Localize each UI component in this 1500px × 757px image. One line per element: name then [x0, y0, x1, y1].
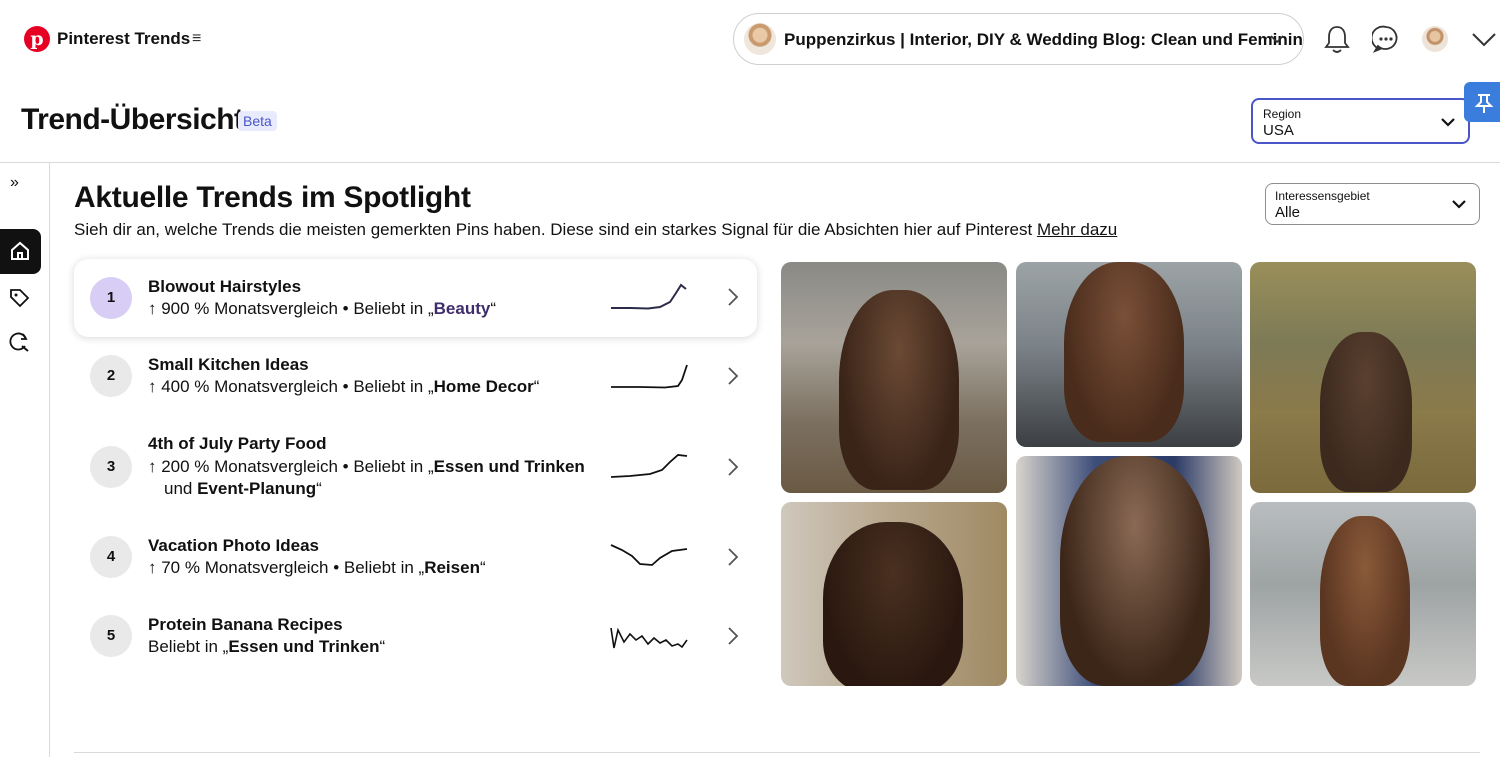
divider	[0, 162, 1500, 163]
bell-icon[interactable]	[1323, 24, 1351, 54]
chevron-down-icon	[1452, 200, 1466, 209]
account-switcher[interactable]: Puppenzirkus | Interior, DIY & Wedding B…	[733, 13, 1304, 65]
account-avatar	[744, 23, 776, 55]
pin-tool-tab[interactable]	[1464, 82, 1500, 122]
trend-meta: ↑ 400 % Monatsvergleich • Beliebt in „Ho…	[148, 377, 540, 396]
trend-meta: ↑ 70 % Monatsvergleich • Beliebt in „Rei…	[148, 558, 486, 577]
learn-more-link[interactable]: Mehr dazu	[1037, 220, 1117, 239]
rank-badge: 1	[90, 277, 132, 319]
trend-title: Vacation Photo Ideas	[148, 536, 319, 555]
trend-pin-image[interactable]	[781, 262, 1007, 493]
trend-sparkline	[611, 283, 687, 310]
trend-sparkline	[610, 544, 688, 566]
trend-pin-image[interactable]	[1250, 502, 1476, 686]
hair-shape	[1320, 516, 1410, 686]
chevron-down-icon	[1441, 118, 1455, 127]
subtitle-text: Sieh dir an, welche Trends die meisten g…	[74, 220, 1033, 239]
menu-icon[interactable]: ≡	[192, 30, 201, 48]
trend-title: 4th of July Party Food	[148, 434, 327, 453]
top-bar: p Pinterest Trends ≡ Puppenzirkus | Inte…	[0, 0, 1500, 78]
chevron-down-icon[interactable]	[1471, 30, 1497, 48]
interest-label: Interessensgebiet	[1275, 189, 1370, 203]
section-title: Aktuelle Trends im Spotlight	[74, 181, 471, 214]
hair-shape	[1064, 262, 1184, 442]
chevron-right-icon	[728, 548, 739, 566]
trend-meta: ↑ 900 % Monatsvergleich • Beliebt in „Be…	[148, 299, 497, 318]
trend-sparkline	[610, 627, 688, 649]
trend-pin-image[interactable]	[781, 502, 1007, 686]
user-avatar[interactable]	[1422, 26, 1448, 52]
region-value: USA	[1263, 122, 1294, 139]
trend-pin-image[interactable]	[1016, 262, 1242, 447]
chevron-right-icon	[728, 458, 739, 476]
trend-sparkline	[610, 454, 688, 478]
rank-badge: 2	[90, 355, 132, 397]
interest-value: Alle	[1275, 204, 1301, 221]
expand-rail-icon[interactable]: »	[10, 174, 19, 192]
trend-title: Blowout Hairstyles	[148, 277, 302, 296]
trend-meta: ↑ 200 % Monatsvergleich • Beliebt in „Es…	[148, 457, 585, 498]
pinterest-logo-icon[interactable]: p	[24, 26, 50, 52]
beta-badge: Beta	[238, 111, 277, 131]
trend-row[interactable]: 3 4th of July Party Food ↑ 200 % Monatsv…	[74, 422, 757, 512]
app-title: Pinterest Trends	[57, 29, 191, 48]
rank-badge: 4	[90, 536, 132, 578]
divider	[74, 752, 1480, 753]
trend-row[interactable]: 5 Protein Banana Recipes Beliebt in „Ess…	[74, 603, 757, 669]
rank-badge: 5	[90, 615, 132, 657]
trend-meta: Beliebt in „Essen und Trinken“	[148, 637, 386, 656]
rank-badge: 3	[90, 446, 132, 488]
trend-sparkline	[611, 364, 688, 389]
chat-icon[interactable]	[1372, 24, 1400, 54]
section-subtitle: Sieh dir an, welche Trends die meisten g…	[74, 220, 1117, 240]
trend-row[interactable]: 2 Small Kitchen Ideas ↑ 400 % Monatsverg…	[74, 340, 757, 412]
trend-pin-image[interactable]	[1016, 456, 1242, 686]
region-label: Region	[1263, 107, 1302, 121]
pin-icon	[1474, 94, 1494, 113]
refresh-search-icon[interactable]	[8, 331, 30, 353]
page-title: Trend-Übersicht	[21, 103, 244, 136]
chevron-right-icon	[728, 627, 739, 645]
account-name: Puppenzirkus | Interior, DIY & Wedding B…	[784, 30, 1303, 49]
divider	[49, 163, 50, 757]
trend-row[interactable]: 1 Blowout Hairstyles ↑ 900 % Monatsvergl…	[74, 259, 757, 337]
chevron-right-icon	[728, 288, 739, 306]
chevron-down-icon	[1270, 35, 1284, 44]
region-select[interactable]: Region USA	[1251, 98, 1470, 144]
home-icon	[11, 241, 29, 260]
hair-shape	[823, 522, 963, 686]
hair-shape	[839, 290, 959, 490]
trend-title: Small Kitchen Ideas	[148, 355, 309, 374]
chevron-right-icon	[728, 367, 739, 385]
interest-select[interactable]: Interessensgebiet Alle	[1265, 183, 1480, 225]
hair-shape	[1060, 456, 1210, 686]
hair-shape	[1320, 332, 1412, 492]
rail-home-button[interactable]	[0, 229, 41, 274]
trend-title: Protein Banana Recipes	[148, 615, 343, 634]
trend-row[interactable]: 4 Vacation Photo Ideas ↑ 70 % Monatsverg…	[74, 524, 757, 590]
tag-icon[interactable]	[8, 287, 30, 309]
trend-pin-image[interactable]	[1250, 262, 1476, 493]
